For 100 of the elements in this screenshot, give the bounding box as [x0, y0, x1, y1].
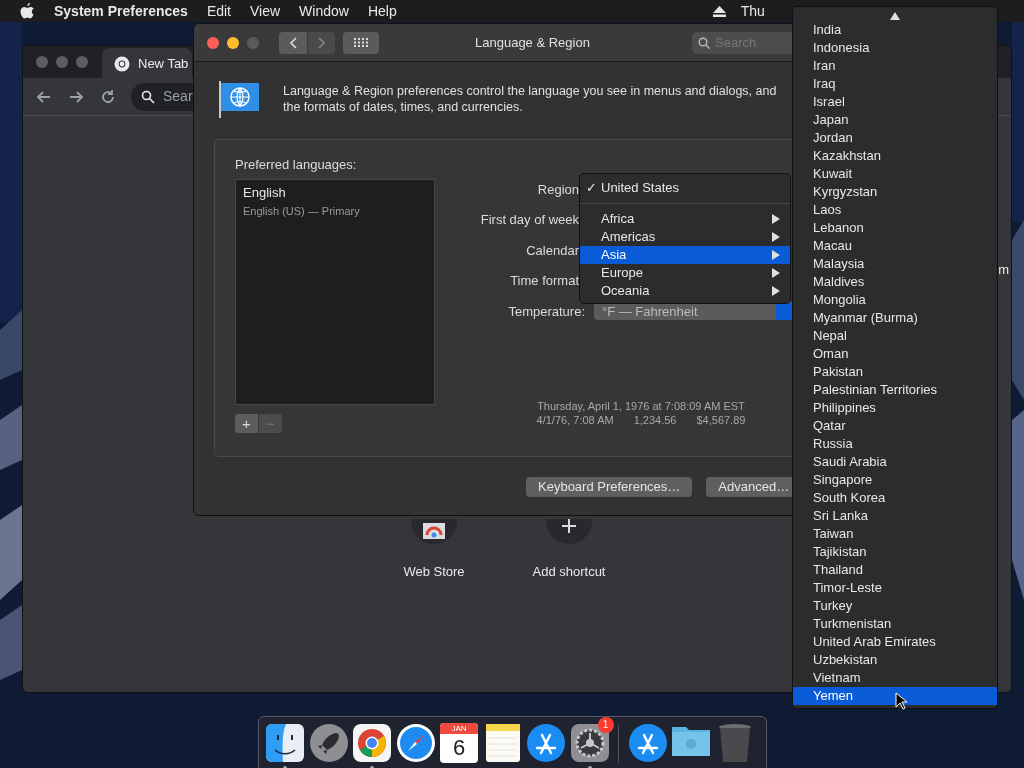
- menu-item[interactable]: Timor-Leste: [793, 579, 997, 597]
- menu-item[interactable]: South Korea: [793, 489, 997, 507]
- finder-icon[interactable]: [265, 723, 305, 763]
- browser-tab[interactable]: New Tab: [102, 48, 193, 80]
- app-menu[interactable]: System Preferences: [54, 0, 188, 22]
- language-detail: English (US) — Primary: [243, 203, 361, 219]
- menu-item[interactable]: Kuwait: [793, 165, 997, 183]
- menu-item[interactable]: Singapore: [793, 471, 997, 489]
- menu-item[interactable]: Turkmenistan: [793, 615, 997, 633]
- calendar-day: 6: [452, 734, 466, 762]
- menu-item[interactable]: Israel: [793, 93, 997, 111]
- menu-item[interactable]: Window: [299, 0, 349, 22]
- browser-logo-icon: [114, 56, 130, 72]
- dialog-button[interactable]: Advanced…: [706, 477, 792, 497]
- menu-item[interactable]: Help: [367, 0, 397, 22]
- menu-item[interactable]: Edit: [206, 0, 231, 22]
- menu-item[interactable]: View: [250, 0, 281, 22]
- menu-item[interactable]: Indonesia: [793, 39, 997, 57]
- eject-icon[interactable]: [712, 5, 726, 17]
- compass-icon[interactable]: [395, 723, 436, 763]
- window-control[interactable]: [207, 36, 219, 49]
- sample-date: Thursday, April 1, 1976 at 7:08:09 AM EST: [537, 398, 745, 413]
- menu-item[interactable]: Malaysia: [793, 255, 997, 273]
- notification-badge: 1: [597, 717, 614, 733]
- flag-icon: [218, 81, 261, 118]
- menu-item[interactable]: Taiwan: [793, 525, 997, 543]
- menu-item[interactable]: Russia: [793, 435, 997, 453]
- sample-short-date: 4/1/76, 7:08 AM: [536, 412, 614, 427]
- menu-item[interactable]: Macau: [793, 237, 997, 255]
- menu-item[interactable]: Maldives: [793, 273, 997, 291]
- menu-item[interactable]: Uzbekistan: [793, 651, 997, 669]
- menu-item[interactable]: Iraq: [793, 75, 997, 93]
- menu-item[interactable]: Vietnam: [793, 669, 997, 687]
- menu-item[interactable]: Kazakhstan: [793, 147, 997, 165]
- calendar-icon[interactable]: JAN 6: [440, 723, 478, 763]
- language-name: English: [243, 184, 287, 202]
- menu-item[interactable]: Yemen: [793, 687, 997, 705]
- field-label: First day of week: [479, 211, 580, 229]
- menu-item[interactable]: ✓ United States: [580, 179, 790, 197]
- menu-item[interactable]: Asia: [580, 246, 790, 264]
- menu-item[interactable]: Africa: [580, 210, 790, 228]
- menu-item[interactable]: Thailand: [793, 561, 997, 579]
- menu-item[interactable]: Palestinian Territories: [793, 381, 997, 399]
- menu-item[interactable]: Saudi Arabia: [793, 453, 997, 471]
- menu-item[interactable]: Tajikistan: [793, 543, 997, 561]
- menu-item[interactable]: Japan: [793, 111, 997, 129]
- window-control[interactable]: [227, 36, 239, 49]
- app-store-icon[interactable]: [526, 723, 566, 763]
- menu-item[interactable]: Sri Lanka: [793, 507, 997, 525]
- shortcut-button[interactable]: [546, 519, 592, 544]
- menu-item[interactable]: Europe: [580, 264, 790, 282]
- calendar-month: JAN: [440, 723, 478, 734]
- menu-item[interactable]: Lebanon: [793, 219, 997, 237]
- menu-item[interactable]: Philippines: [793, 399, 997, 417]
- description-text: Language & Region preferences control the language you see in menus and dialogs, and the formats of dates, times, and currencies.: [283, 83, 778, 116]
- sample-currency: $4,567.89: [696, 412, 746, 427]
- menu-item[interactable]: Oceania: [580, 282, 790, 300]
- field-label: Temperature:: [507, 302, 585, 321]
- section-label: Preferred languages:: [235, 156, 358, 173]
- scroll-up-icon[interactable]: [890, 12, 900, 20]
- trash-icon[interactable]: [717, 723, 752, 763]
- dialog-button[interactable]: Keyboard Preferences…: [526, 477, 693, 497]
- sample-number: 1,234.56: [633, 412, 677, 427]
- back-icon[interactable]: [279, 31, 307, 54]
- menu-item[interactable]: India: [793, 21, 997, 39]
- menu-item[interactable]: Kyrgyzstan: [793, 183, 997, 201]
- apple-icon[interactable]: [20, 3, 34, 19]
- menu-item[interactable]: Pakistan: [793, 363, 997, 381]
- menu-item[interactable]: Qatar: [793, 417, 997, 435]
- back-forward-control[interactable]: [279, 31, 335, 54]
- reload-icon[interactable]: [99, 87, 117, 106]
- add-button[interactable]: +: [235, 414, 258, 433]
- field-label: Region: [536, 180, 580, 199]
- menu-item[interactable]: Americas: [580, 228, 790, 246]
- plus-icon: [562, 519, 576, 533]
- window-title: Language & Region: [475, 33, 590, 52]
- menu-item[interactable]: Myanmar (Burma): [793, 309, 997, 327]
- stepper-icon: [776, 302, 792, 321]
- menu-item[interactable]: Turkey: [793, 597, 997, 615]
- field-label: Time format: [509, 272, 580, 290]
- cursor-icon: [895, 692, 907, 710]
- language-row[interactable]: English English (US) — Primary: [236, 183, 434, 219]
- clock: Thu: [740, 1, 765, 21]
- menu-item[interactable]: Iran: [793, 57, 997, 75]
- shortcut-label[interactable]: Add shortcut: [532, 562, 606, 582]
- menu-item[interactable]: Nepal: [793, 327, 997, 345]
- browser-icon[interactable]: [352, 723, 392, 763]
- menu-item[interactable]: Jordan: [793, 129, 997, 147]
- search-icon: [698, 36, 710, 49]
- menu-item[interactable]: Laos: [793, 201, 997, 219]
- grid-icon[interactable]: [343, 31, 379, 54]
- rocket-icon[interactable]: [308, 723, 349, 763]
- app-store-icon[interactable]: [627, 723, 668, 763]
- menu-item[interactable]: Oman: [793, 345, 997, 363]
- menu-item[interactable]: United Arab Emirates: [793, 633, 997, 651]
- shortcut-button[interactable]: [411, 519, 457, 544]
- page-text: m: [998, 261, 1009, 279]
- shortcut-label[interactable]: Web Store: [403, 562, 465, 582]
- menu-item[interactable]: Mongolia: [793, 291, 997, 309]
- checkmark: ✓: [586, 179, 598, 198]
